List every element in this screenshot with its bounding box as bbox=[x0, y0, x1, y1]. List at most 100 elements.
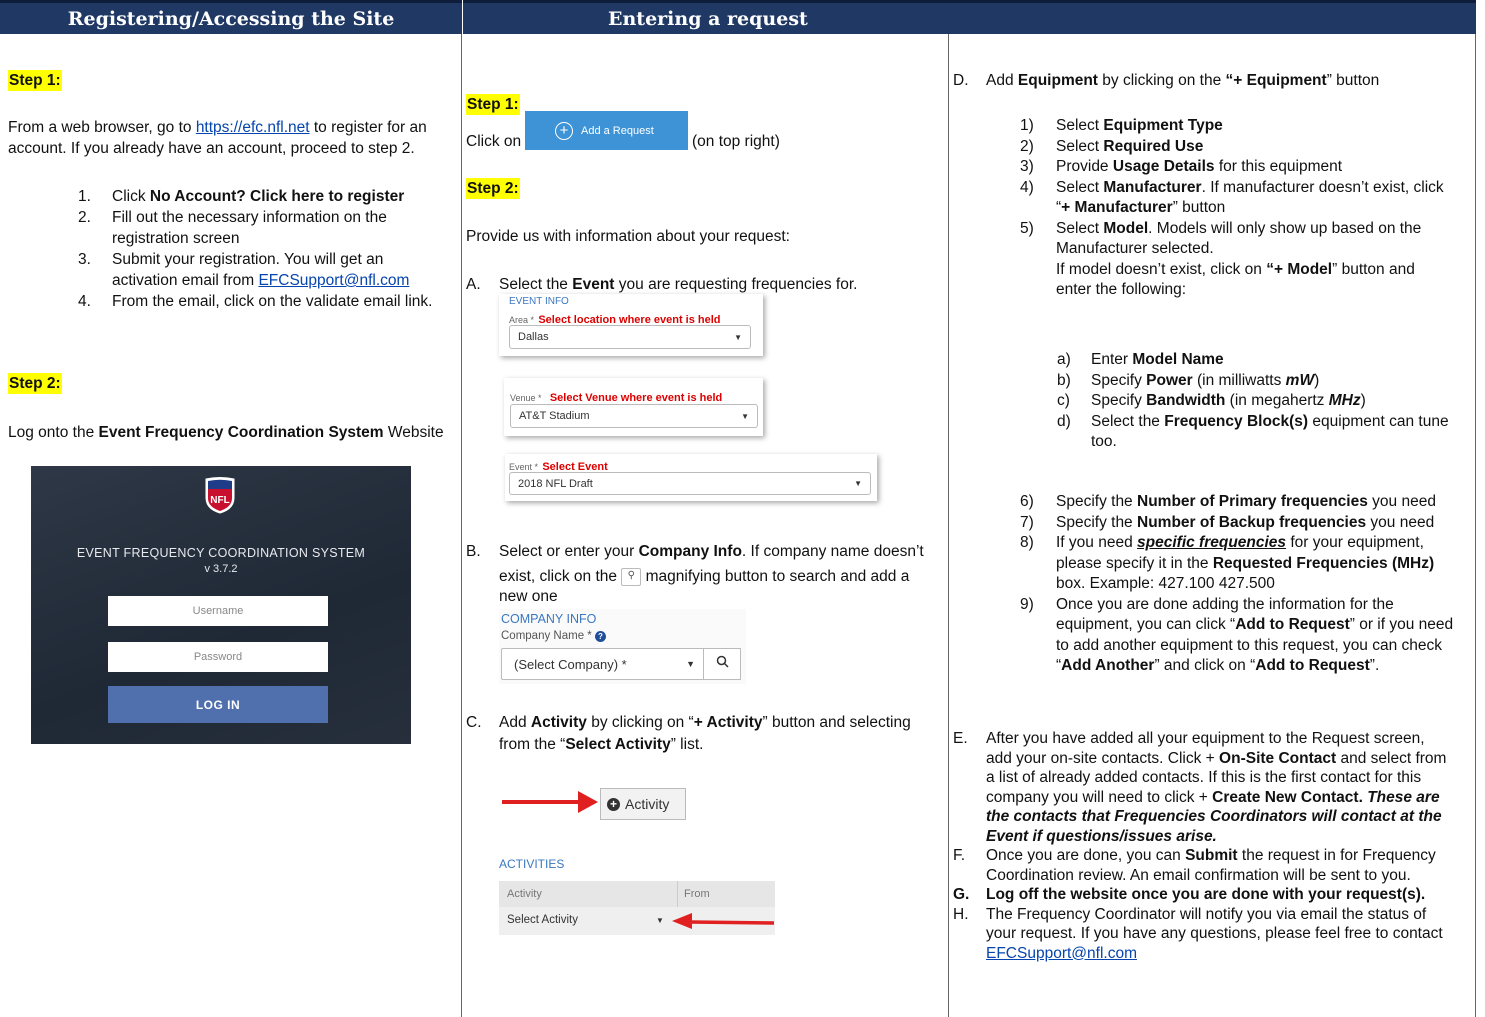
list-bold: Required Use bbox=[1103, 137, 1204, 155]
list-num: a) bbox=[1057, 351, 1071, 368]
list-text: Provide bbox=[1056, 158, 1113, 175]
equipment-bold: Equipment bbox=[1017, 72, 1098, 89]
list-em: Event if questions/issues arise. bbox=[986, 827, 1217, 845]
item-B-line3: new one bbox=[499, 588, 558, 605]
select-activity-value: Select Activity bbox=[507, 914, 578, 926]
list-num: c) bbox=[1057, 392, 1070, 409]
area-select[interactable]: Dallas ▼ bbox=[509, 325, 751, 349]
list-num: 8) bbox=[1020, 534, 1034, 551]
list-text: you need bbox=[1367, 493, 1436, 510]
list-item: 3. Submit your registration. You will get… bbox=[78, 249, 458, 291]
list-item-h: H. The Frequency Coordinator will notify… bbox=[953, 905, 1473, 964]
venue-select[interactable]: AT&T Stadium ▼ bbox=[510, 404, 758, 428]
event-info-header: EVENT INFO bbox=[509, 296, 569, 307]
list-text: Specify bbox=[1091, 371, 1147, 389]
support-email-link[interactable]: EFCSupport@nfl.com bbox=[258, 272, 409, 289]
list-text: registration screen bbox=[112, 230, 240, 247]
list-text: Click bbox=[112, 188, 150, 205]
list-em: MHz bbox=[1328, 392, 1361, 409]
activity-button[interactable]: + Activity bbox=[600, 788, 686, 820]
company-search-button[interactable] bbox=[703, 648, 741, 680]
list-item-f: F. Once you are done, you can Submit the… bbox=[953, 846, 1473, 885]
b-post: . If company name doesn’t bbox=[741, 543, 924, 560]
caret-down-icon: ▼ bbox=[734, 332, 742, 342]
d-post: ” button bbox=[1326, 72, 1380, 89]
list-item-g: G. Log off the website once you are done … bbox=[953, 885, 1473, 905]
list-num: d) bbox=[1057, 412, 1071, 430]
column-divider bbox=[677, 881, 678, 907]
list-text: (in megahertz bbox=[1225, 392, 1329, 409]
company-select-value: (Select Company) * bbox=[514, 656, 627, 672]
list-bold: Manufacturer bbox=[1103, 178, 1202, 196]
list-text: Specify bbox=[1091, 392, 1147, 409]
list-text: please specify it in the bbox=[1056, 554, 1213, 572]
list-text: ” button bbox=[1172, 199, 1226, 216]
col1-intro-pre: From a web browser, go to bbox=[8, 119, 196, 136]
list-item: 1) Select Equipment Type bbox=[1020, 116, 1475, 137]
item-C: C. Add Activity by clicking on “+ Activit… bbox=[466, 712, 946, 733]
caret-down-icon: ▼ bbox=[656, 916, 664, 925]
list-text: Once you are done, you can bbox=[986, 847, 1186, 864]
final-steps-list: E. After you have added all your equipme… bbox=[953, 729, 1473, 963]
list-text: your request. If you have any questions,… bbox=[986, 925, 1443, 942]
list-text: add your on-site contacts. Click + bbox=[986, 749, 1220, 767]
model-substeps-list: a) Enter Model Name b) Specify Power (in m… bbox=[1057, 350, 1467, 453]
click-on-text: Click on bbox=[466, 133, 522, 150]
list-em: the contacts that Frequencies Coordinato… bbox=[986, 808, 1442, 825]
col1-step1-label: Step 1: bbox=[8, 70, 62, 91]
list-num: 1) bbox=[1020, 117, 1034, 134]
username-input[interactable]: Username bbox=[108, 596, 328, 626]
help-circle-icon: ? bbox=[594, 631, 606, 642]
list-em: specific frequencies bbox=[1137, 534, 1287, 551]
list-text: ”. bbox=[1369, 657, 1380, 674]
log-off-text: Log off the website once you are done wi… bbox=[986, 886, 1426, 903]
magnify-icon: ⚲ bbox=[621, 567, 642, 586]
login-button[interactable]: LOG IN bbox=[108, 686, 328, 723]
company-info-bold: Company Info bbox=[638, 543, 742, 560]
from-column-header: From bbox=[684, 888, 710, 900]
list-text: Select bbox=[1056, 219, 1104, 237]
support-email-link[interactable]: EFCSupport@nfl.com bbox=[986, 945, 1137, 962]
list-text: and select from bbox=[1336, 749, 1447, 767]
list-em: mW bbox=[1285, 371, 1315, 389]
list-num: 4) bbox=[1020, 178, 1034, 196]
letter-g: G. bbox=[953, 886, 970, 903]
activity-bold: Activity bbox=[530, 714, 587, 731]
company-info-header: COMPANY INFO bbox=[501, 612, 597, 626]
c-post: ” button and selecting bbox=[762, 714, 911, 731]
list-item: d) Select the Frequency Block(s) equipmen… bbox=[1057, 412, 1467, 453]
list-item: 6) Specify the Number of Primary frequenc… bbox=[1020, 492, 1475, 513]
b-line2b: magnifying button to search and add a bbox=[641, 568, 910, 585]
efc-site-link[interactable]: https://efc.nfl.net bbox=[196, 119, 310, 136]
no-account-text: No Account? Click here to register bbox=[149, 188, 405, 205]
list-text: Select bbox=[1056, 178, 1104, 196]
activity-button-label: Activity bbox=[625, 796, 670, 812]
list-bold: Equipment Type bbox=[1103, 117, 1223, 134]
red-arrow-left-icon bbox=[670, 910, 776, 932]
list-text: Specify the bbox=[1056, 513, 1137, 531]
select-activity-bold: Select Activity bbox=[565, 736, 671, 753]
col1-step2-label: Step 2: bbox=[8, 373, 62, 394]
login-version: v 3.7.2 bbox=[204, 563, 238, 575]
password-input[interactable]: Password bbox=[108, 642, 328, 672]
add-request-button[interactable]: + Add a Request bbox=[525, 111, 688, 150]
list-text: activation email from bbox=[112, 272, 259, 289]
list-text: If model doesn’t exist, click on bbox=[1056, 260, 1267, 278]
red-arrow-icon bbox=[500, 789, 600, 815]
provide-text: Provide us with information about your r… bbox=[466, 228, 790, 245]
list-bold: “+ Model bbox=[1266, 260, 1333, 278]
list-text: enter the following: bbox=[1056, 281, 1187, 298]
list-item: c) Specify Bandwidth (in megahertz MHz) bbox=[1057, 391, 1467, 412]
list-text: After you have added all your equipment … bbox=[986, 730, 1425, 747]
item-B-line2: exist, click on the ⚲ magnifying button … bbox=[499, 566, 909, 587]
svg-text:NFL: NFL bbox=[210, 495, 229, 506]
list-text: If you need bbox=[1056, 534, 1138, 551]
list-text: ) bbox=[1360, 392, 1366, 409]
plus-equipment-bold: “+ Equipment bbox=[1225, 72, 1327, 89]
event-select[interactable]: 2018 NFL Draft ▼ bbox=[509, 472, 871, 495]
item-A: A. Select the Event you are requesting fr… bbox=[466, 274, 857, 295]
list-text: you need bbox=[1366, 513, 1435, 531]
company-select[interactable]: (Select Company) * ▼ bbox=[501, 648, 704, 680]
activities-table-header: Activity From bbox=[499, 881, 775, 907]
list-text: ” or if you need bbox=[1349, 616, 1454, 633]
